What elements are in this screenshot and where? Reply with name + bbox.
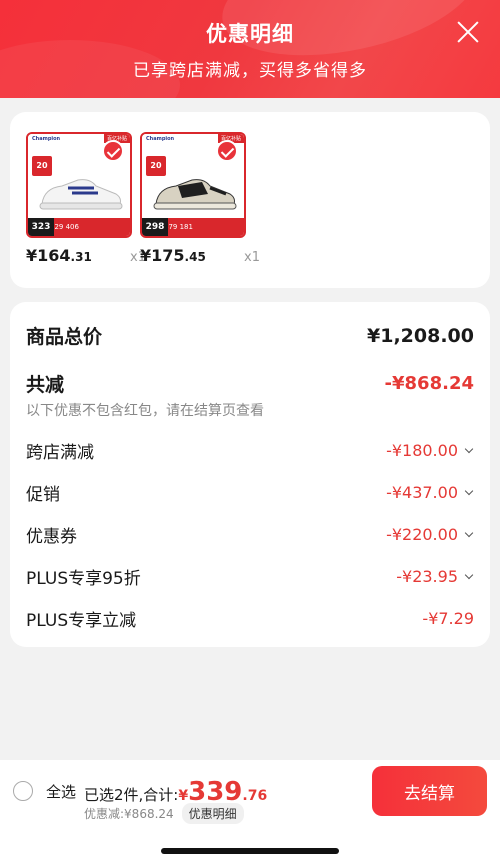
discount-value: -¥868.24 — [384, 373, 474, 394]
discount-item-row: PLUS专享立减 -¥7.29 — [26, 606, 474, 631]
thumbnail-price: 298 — [142, 218, 168, 236]
chevron-down-icon[interactable] — [464, 446, 474, 456]
total-label: 商品总价 — [26, 326, 103, 348]
selected-summary: 已选2件,合计: ¥ 339 .76 — [84, 779, 267, 805]
product-price-row: ¥175.45 x1 — [140, 246, 260, 265]
discount-item-row[interactable]: 促销 -¥437.00 — [26, 480, 474, 505]
discount-detail-header: 优惠明细 已享跨店满减，买得多省得多 — [0, 0, 500, 98]
discount-item-value: -¥7.29 — [422, 609, 474, 628]
discount-item-value: -¥220.00 — [386, 525, 458, 544]
discount-item-value: -¥180.00 — [386, 441, 458, 460]
discount-item-value: -¥23.95 — [396, 567, 458, 586]
total-price-integer: 339 — [188, 777, 243, 807]
discount-item-label: 促销 — [26, 485, 60, 505]
promo-badge: 20 — [32, 156, 52, 176]
product-item[interactable]: Champion 百亿补贴 20 729 406 323 ¥164.31 x1 — [26, 132, 146, 265]
discount-detail-button[interactable]: 优惠明细 — [181, 803, 244, 824]
brand-logo: Champion — [32, 136, 61, 142]
select-all-label[interactable]: 全选 — [46, 781, 76, 802]
selected-check-icon[interactable] — [216, 140, 238, 162]
price-decimal: .45 — [184, 250, 206, 264]
total-price-decimal: .76 — [242, 788, 268, 804]
checkout-bar: 全选 已选2件,合计: ¥ 339 .76 优惠减:¥868.24 优惠明细 去… — [0, 760, 500, 865]
discount-label: 共减 — [26, 374, 65, 396]
checkout-button[interactable]: 去结算 — [372, 766, 487, 816]
page-title: 优惠明细 — [206, 22, 294, 46]
discount-amount-text: 优惠减:¥868.24 — [84, 807, 174, 821]
price-integer: ¥175 — [140, 246, 185, 265]
price-decimal: .31 — [70, 250, 92, 264]
discount-row: 共减 -¥868.24 — [26, 370, 474, 397]
select-all-radio[interactable] — [13, 781, 33, 801]
summary-card: 商品总价 ¥1,208.00 共减 -¥868.24 以下优惠不包含红包，请在结… — [10, 302, 490, 647]
price-integer: ¥164 — [26, 246, 71, 265]
quantity: x1 — [244, 250, 260, 265]
chevron-down-icon[interactable] — [464, 572, 474, 582]
products-card: Champion 百亿补贴 20 729 406 323 ¥164.31 x1 … — [10, 112, 490, 288]
page-subtitle: 已享跨店满减，买得多省得多 — [133, 61, 367, 81]
total-value: ¥1,208.00 — [367, 324, 474, 347]
selected-check-icon[interactable] — [102, 140, 124, 162]
discount-item-row[interactable]: 优惠券 -¥220.00 — [26, 522, 474, 547]
promo-badge: 20 — [146, 156, 166, 176]
discount-item-row[interactable]: PLUS专享95折 -¥23.95 — [26, 564, 474, 589]
thumbnail-price: 323 — [28, 218, 54, 236]
home-indicator — [161, 848, 339, 854]
discount-item-label: 优惠券 — [26, 527, 77, 547]
close-icon[interactable] — [454, 18, 482, 46]
discount-item-row[interactable]: 跨店满减 -¥180.00 — [26, 438, 474, 463]
product-thumbnail[interactable]: Champion 百亿补贴 20 729 406 323 — [26, 132, 132, 238]
product-thumbnail[interactable]: Champion 百亿补贴 20 479 181 298 — [140, 132, 246, 238]
currency-symbol: ¥ — [178, 788, 189, 804]
discount-item-value: -¥437.00 — [386, 483, 458, 502]
product-item[interactable]: Champion 百亿补贴 20 479 181 298 ¥175.45 x1 — [140, 132, 260, 265]
discount-summary: 优惠减:¥868.24 优惠明细 — [84, 803, 244, 824]
chevron-down-icon[interactable] — [464, 488, 474, 498]
sneaker-image — [39, 179, 123, 210]
discount-item-label: 跨店满减 — [26, 443, 94, 463]
discount-item-label: PLUS专享立减 — [26, 611, 137, 631]
brand-logo: Champion — [146, 136, 175, 142]
product-price-row: ¥164.31 x1 — [26, 246, 146, 265]
chevron-down-icon[interactable] — [464, 530, 474, 540]
discount-item-label: PLUS专享95折 — [26, 569, 141, 589]
total-row: 商品总价 ¥1,208.00 — [26, 322, 474, 349]
discount-note: 以下优惠不包含红包，请在结算页查看 — [26, 403, 264, 419]
sneaker-image — [153, 179, 237, 210]
selected-count-text: 已选2件,合计: — [84, 786, 179, 804]
